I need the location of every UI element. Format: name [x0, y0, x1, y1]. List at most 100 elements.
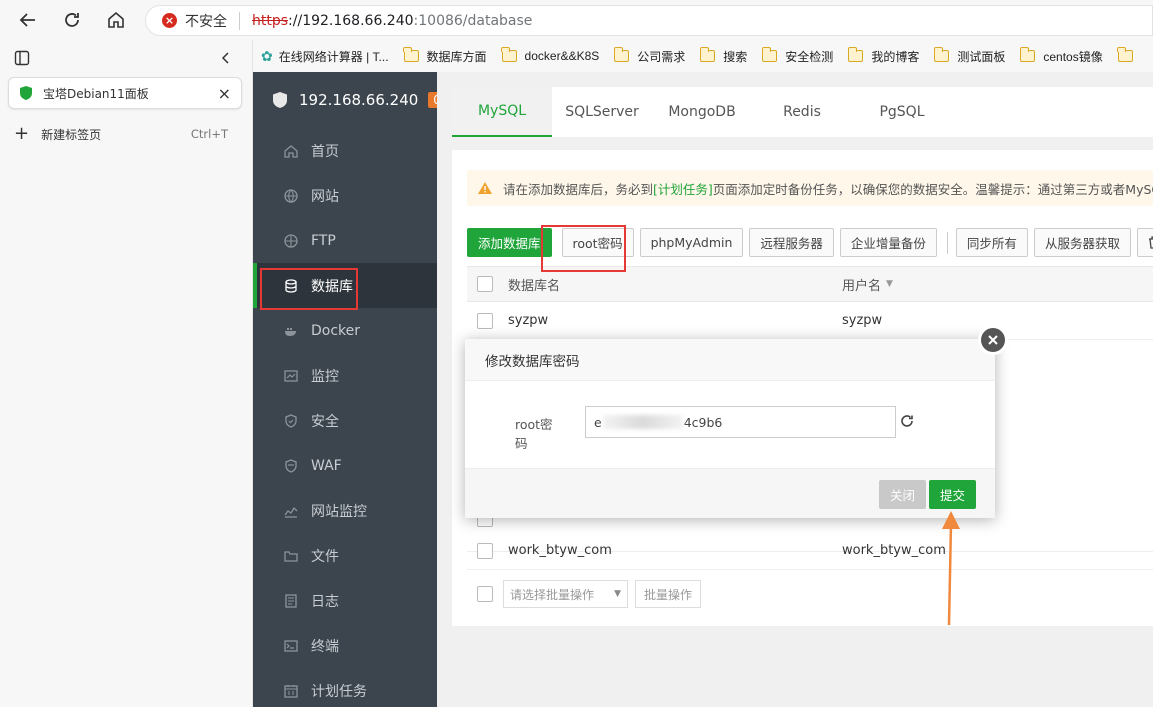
folder-icon	[1117, 47, 1133, 62]
sidebar-item-label: 终端	[311, 638, 339, 655]
back-icon[interactable]	[16, 8, 40, 32]
column-dbname[interactable]: 数据库名	[508, 267, 560, 301]
tab-mongodb[interactable]: MongoDB	[652, 87, 752, 137]
sidebar-item-label: 安全	[311, 413, 339, 430]
tab-panel-icon[interactable]	[14, 50, 30, 66]
sidebar-item-9[interactable]: 文件	[253, 533, 437, 578]
tab-pgsql[interactable]: PgSQL	[852, 87, 952, 137]
terminal-icon	[283, 638, 299, 654]
add-database-button[interactable]: 添加数据库	[467, 228, 552, 257]
dialog-close-button[interactable]	[978, 325, 1008, 355]
table-row[interactable]: syzpw syzpw	[467, 302, 1153, 340]
server-ip: 192.168.66.240	[299, 91, 419, 109]
sync-all-button[interactable]: 同步所有	[955, 228, 1028, 257]
folder-icon	[501, 47, 517, 62]
bookmark-folder[interactable]: 公司需求	[613, 47, 686, 65]
sidebar-item-11[interactable]: 终端	[253, 623, 437, 668]
redaction-blur	[602, 415, 683, 429]
sidebar-item-label: 文件	[311, 548, 339, 565]
bookmark-folder[interactable]: docker&&K8S	[501, 47, 600, 63]
close-button[interactable]: 关闭	[879, 480, 927, 509]
sidebar-item-7[interactable]: WAF	[253, 443, 437, 488]
sidebar-item-0[interactable]: 首页	[253, 128, 437, 173]
home-icon[interactable]	[104, 8, 128, 32]
notice-text-before: 请在添加数据库后，务必到	[503, 181, 654, 197]
row-checkbox[interactable]	[477, 542, 493, 559]
root-password-input[interactable]: e 4c9b6	[585, 406, 896, 438]
batch-select-value: 请选择批量操作	[510, 587, 595, 602]
close-icon	[981, 328, 1005, 352]
tab-redis[interactable]: Redis	[752, 87, 852, 137]
notice-link[interactable]: [计划任务]	[653, 179, 713, 198]
cell-username: work_btyw_com	[842, 543, 946, 558]
divider	[946, 232, 948, 254]
sidebar-item-6[interactable]: 安全	[253, 398, 437, 443]
bookmark-folder[interactable]: 数据库方面	[403, 47, 487, 65]
bookmark-label: 公司需求	[637, 49, 686, 64]
bookmark-folder[interactable]: 搜索	[699, 47, 747, 65]
batch-bar: 请选择批量操作 ▼ 批量操作	[477, 580, 702, 608]
sidebar-item-label: 日志	[311, 593, 339, 610]
tab-sqlserver[interactable]: SQLServer	[552, 87, 652, 137]
sidebar-menu: 首页 网站 FTP 数据库 Docker 监控 安全 WAF 网站监控 文件 日志 终端 计划任务	[253, 128, 437, 713]
bookmark-calculator[interactable]: ✿ 在线网络计算器 | T...	[261, 48, 389, 65]
cell-dbname: work_btyw_com	[508, 543, 612, 558]
url-host: ://192.168.66.240	[288, 12, 414, 29]
phpmyadmin-button[interactable]: phpMyAdmin	[639, 228, 744, 257]
incremental-backup-button[interactable]: 企业增量备份	[839, 228, 937, 257]
folder-icon	[933, 47, 950, 62]
dialog-body: root密码 e 4c9b6	[465, 381, 995, 467]
new-tab-button[interactable]: + 新建标签页 Ctrl+T	[14, 124, 240, 144]
cell-username: syzpw	[842, 313, 883, 328]
collapse-chevron-icon[interactable]	[218, 50, 234, 66]
security-warning-icon: ×	[162, 13, 177, 28]
sidebar-item-1[interactable]: 网站	[253, 173, 437, 218]
docker-icon	[283, 323, 299, 339]
chart-icon	[283, 503, 299, 519]
select-all-checkbox[interactable]	[477, 276, 493, 292]
sidebar-item-4[interactable]: Docker	[253, 308, 437, 353]
notice-bar: 请在添加数据库后，务必到 [计划任务] 页面添加定时备份任务，以确保您的数据安全…	[467, 170, 1153, 206]
close-tab-icon[interactable]: ×	[218, 84, 231, 103]
sidebar-item-8[interactable]: 网站监控	[253, 488, 437, 533]
remote-server-button[interactable]: 远程服务器	[749, 228, 834, 257]
table-row[interactable]: work_btyw_com work_btyw_com	[467, 532, 1153, 570]
folder-icon	[283, 548, 299, 564]
delete-button[interactable]	[1136, 228, 1153, 257]
bookmark-folder[interactable]: 我的博客	[847, 47, 920, 65]
column-username[interactable]: 用户名 ▼	[842, 267, 893, 301]
new-tab-shortcut: Ctrl+T	[190, 127, 228, 141]
monitor-icon	[283, 368, 299, 384]
bookmark-folder[interactable]	[1117, 47, 1141, 62]
bt-sidebar: 192.168.66.240 0 首页网站FTP数据库Docker监控安全WAF…	[253, 72, 446, 707]
bookmark-folder[interactable]: centos镜像	[1019, 47, 1103, 65]
annotation-arrow	[942, 511, 960, 626]
batch-operate-button[interactable]: 批量操作	[635, 580, 702, 608]
plus-icon: +	[14, 123, 30, 144]
bookmark-label: docker&&K8S	[524, 49, 600, 63]
bookmark-folder[interactable]: 测试面板	[933, 47, 1005, 65]
sidebar-item-label: 计划任务	[311, 683, 367, 700]
bookmark-folder[interactable]: 安全检测	[761, 47, 833, 65]
refresh-icon[interactable]	[900, 414, 914, 428]
reload-icon[interactable]	[60, 8, 84, 32]
batch-select[interactable]: 请选择批量操作 ▼	[503, 580, 628, 608]
url-scheme: https	[252, 12, 289, 29]
sidebar-item-label: 网站	[311, 188, 339, 205]
bookmark-label: 数据库方面	[426, 49, 487, 64]
address-bar[interactable]: × 不安全 https://192.168.66.240:10086/datab…	[145, 5, 1153, 36]
sidebar-item-5[interactable]: 监控	[253, 353, 437, 398]
sidebar-item-label: Docker	[311, 322, 361, 339]
sidebar-item-12[interactable]: 计划任务	[253, 668, 437, 713]
highlight-box-database	[260, 268, 358, 310]
password-value-start: e	[594, 414, 602, 430]
batch-checkbox[interactable]	[477, 586, 493, 602]
row-checkbox[interactable]	[477, 312, 493, 329]
sidebar-item-10[interactable]: 日志	[253, 578, 437, 623]
sidebar-item-2[interactable]: FTP	[253, 218, 437, 263]
fetch-from-server-button[interactable]: 从服务器获取	[1033, 228, 1131, 257]
bookmark-label: 在线网络计算器 | T...	[278, 49, 389, 64]
bookmark-label: 我的博客	[871, 49, 920, 64]
tab-bt-panel[interactable]: 宝塔Debian11面板 ×	[8, 77, 242, 109]
tab-mysql[interactable]: MySQL	[452, 87, 552, 137]
